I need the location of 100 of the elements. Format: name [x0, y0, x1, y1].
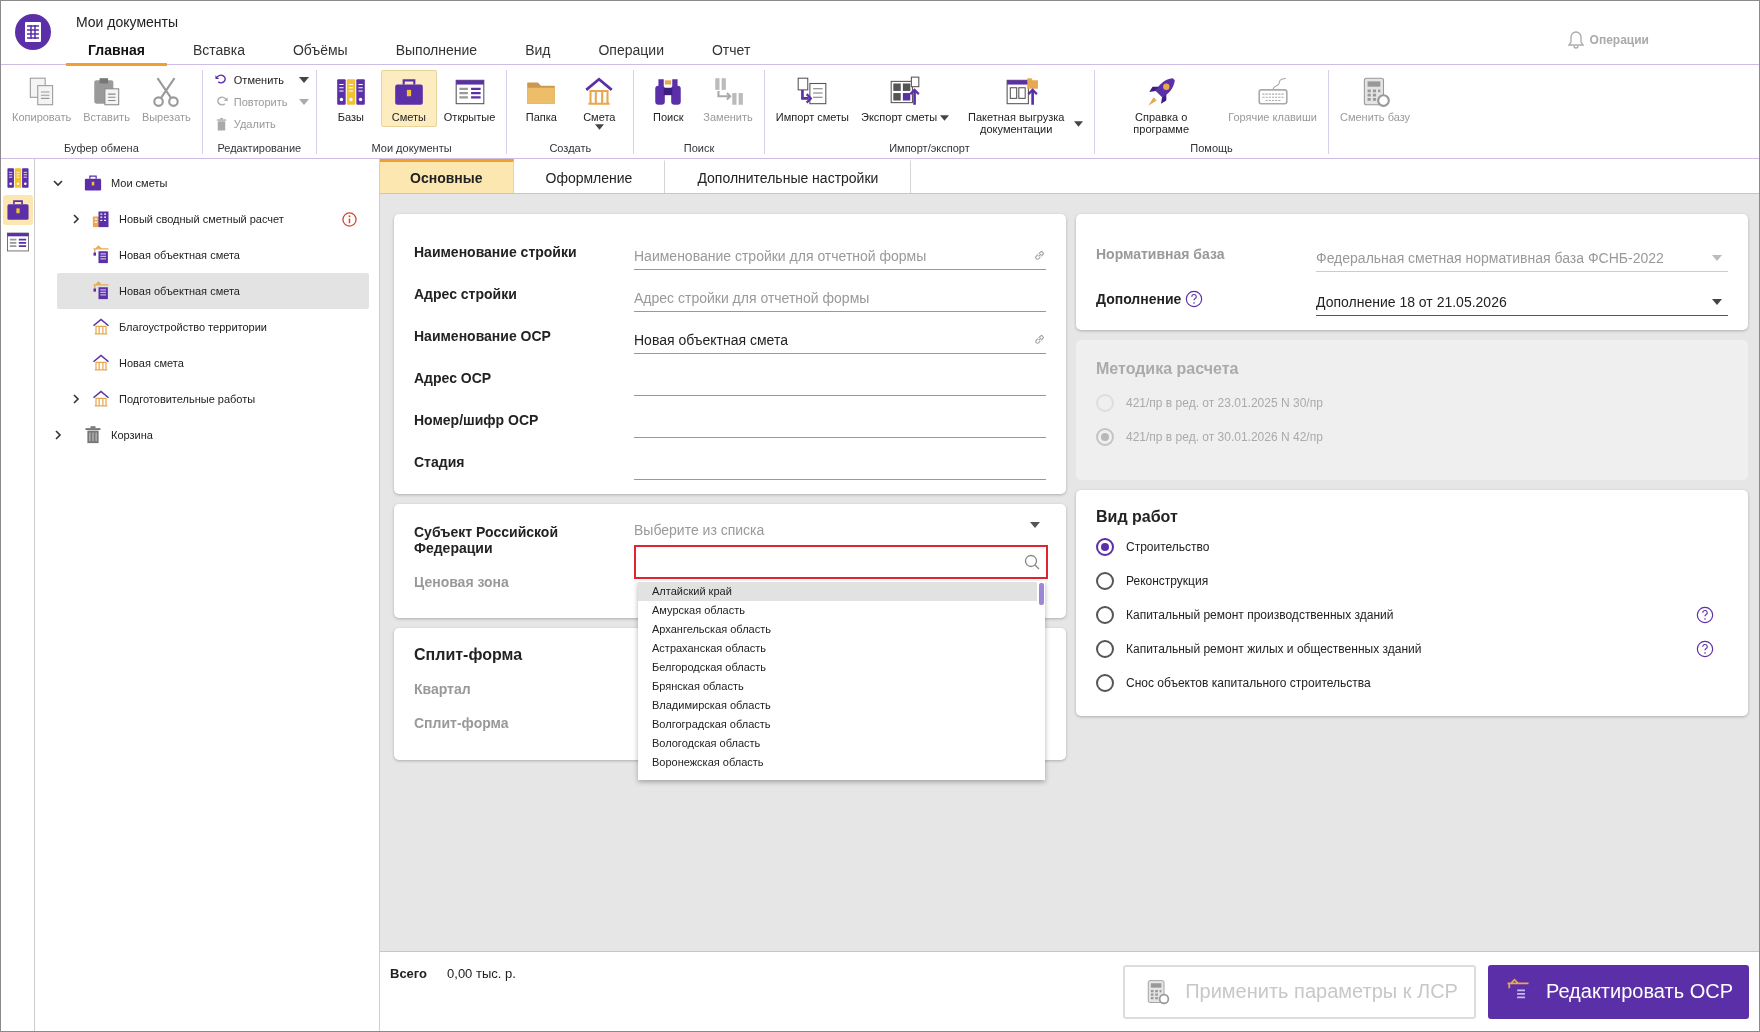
form-tab[interactable]: Основные [380, 159, 514, 193]
expand-icon[interactable] [71, 214, 81, 224]
ribbon-button[interactable]: Поиск [640, 70, 697, 127]
card-title: Методика расчета [1096, 360, 1239, 378]
ribbon-button[interactable]: Отменить [212, 70, 310, 90]
ribbon-button[interactable]: Смета [571, 70, 628, 131]
radio-button[interactable] [1096, 606, 1114, 624]
crane-icon [91, 281, 111, 301]
field-label: Стадия [414, 454, 466, 472]
field-label: Квартал [414, 681, 472, 697]
ribbon-group-label: Помощь [1190, 142, 1233, 154]
house-icon [91, 353, 111, 373]
radio-button[interactable] [1096, 674, 1114, 692]
field-label: Наименование стройки [414, 244, 578, 262]
ribbon-button[interactable]: Импорт сметы [770, 70, 855, 127]
ribbon-button[interactable]: Экспорт сметы [856, 70, 955, 127]
caret-icon [1030, 522, 1040, 528]
total-label: Всего [390, 966, 428, 981]
menu-tab[interactable]: Вставка [170, 38, 267, 66]
form-tab[interactable]: Оформление [513, 159, 666, 193]
field-label: Адрес ОСР [414, 370, 493, 388]
ribbon-group-label: Поиск [683, 142, 715, 154]
radio-button[interactable] [1096, 572, 1114, 590]
ribbon-group-label: Мои документы [371, 142, 452, 154]
field-label: Наименование ОСР [414, 328, 552, 346]
collapse-icon[interactable] [53, 178, 63, 188]
ribbon-button[interactable]: Папка [513, 70, 570, 127]
caret-icon [1712, 254, 1722, 261]
menu-tab[interactable]: Выполнение [373, 38, 500, 66]
dropdown-option[interactable]: Воронежская область [638, 753, 1037, 772]
radio-label: Реконструкция [1126, 574, 1209, 588]
radio-button[interactable] [1096, 640, 1114, 658]
input-field[interactable]: Новая объектная смета [634, 326, 1046, 354]
tree-item[interactable]: Мои сметы [35, 165, 369, 201]
caret-icon [298, 99, 309, 105]
bell-icon [1567, 31, 1584, 49]
window-title: Мои документы [76, 14, 179, 30]
field-label: Ценовая зона [414, 574, 510, 592]
select-field[interactable]: Дополнение 18 от 21.05.2026 [1316, 288, 1728, 316]
dropdown-option[interactable]: Архангельская область [638, 620, 1037, 639]
radio-label: 421/пр в ред. от 23.01.2025 N 30/пр [1126, 396, 1323, 410]
ribbon-button[interactable]: Пакетная выгрузка документации [956, 70, 1089, 139]
ribbon-button[interactable]: Сметы [380, 70, 437, 127]
briefcase-icon [4, 197, 31, 223]
ribbon-group-label: Редактирование [217, 142, 302, 154]
menu-tab[interactable]: Объёмы [271, 38, 370, 66]
radio-label: Капитальный ремонт жилых и общественных зданий [1126, 642, 1422, 656]
help-icon[interactable] [1696, 606, 1714, 624]
total-value: 0,00 тыс. р. [447, 966, 516, 981]
ribbon-group-label: Создать [549, 142, 592, 154]
dropdown-option[interactable]: Брянская область [638, 677, 1037, 696]
house-icon [91, 389, 111, 409]
menu-tab[interactable]: Вид [503, 38, 573, 66]
scrollbar-thumb[interactable] [1039, 583, 1044, 605]
crane-icon [91, 245, 111, 265]
caret-icon [940, 114, 950, 121]
ribbon-button[interactable]: Открытые [438, 70, 501, 127]
help-icon[interactable] [1696, 640, 1714, 658]
dropdown-option[interactable]: Алтайский край [638, 582, 1037, 601]
tree-item[interactable]: Новая смета [57, 345, 369, 381]
ribbon-button[interactable]: Справка о программе [1101, 70, 1222, 139]
tree-item[interactable]: Новый сводный сметный расчет [57, 201, 369, 237]
expand-icon[interactable] [71, 394, 81, 404]
field-label: Нормативная база [1096, 246, 1226, 264]
tree-item[interactable]: Корзина [35, 417, 369, 453]
tree-item[interactable]: Благоустройство территории [57, 309, 369, 345]
dropdown-option[interactable]: Вологодская область [638, 734, 1037, 753]
dropdown-option[interactable]: Волгоградская область [638, 715, 1037, 734]
menu-tab[interactable]: Операции [576, 38, 686, 66]
dropdown-option[interactable]: Астраханская область [638, 639, 1037, 658]
expand-icon[interactable] [53, 430, 63, 440]
building-icon [91, 209, 111, 229]
radio-button[interactable] [1096, 538, 1114, 556]
field-label: Номер/шифр ОСР [414, 412, 540, 430]
briefcase-icon [83, 173, 103, 193]
radio-label: 421/пр в ред. от 30.01.2026 N 42/пр [1126, 430, 1323, 444]
field-label: Сплит-форма [414, 715, 510, 731]
house-icon [91, 317, 111, 337]
help-icon[interactable] [1185, 290, 1204, 308]
radio-label: Капитальный ремонт производственных зданий [1126, 608, 1394, 622]
window-list-icon [4, 229, 31, 255]
menu-tab[interactable]: Главная [66, 38, 167, 66]
ribbon-button[interactable]: Базы [322, 70, 379, 127]
card-title: Вид работ [1096, 508, 1178, 526]
info-icon [342, 211, 357, 227]
form-tab[interactable]: Дополнительные настройки [665, 159, 912, 193]
caret-icon [298, 77, 309, 83]
sidebar-button[interactable] [2, 195, 33, 225]
dropdown-option[interactable]: Амурская область [638, 601, 1037, 620]
field-label: Дополнение [1096, 291, 1182, 307]
search-field[interactable] [634, 545, 1048, 579]
menu-tab[interactable]: Отчет [689, 38, 773, 66]
tree-item[interactable]: Новая объектная смета [57, 237, 369, 273]
tree-item[interactable]: Новая объектная смета [57, 273, 369, 309]
dropdown-option[interactable]: Белгородская область [638, 658, 1037, 677]
edit-button[interactable]: Редактировать ОСР [1487, 964, 1749, 1019]
tree-item[interactable]: Подготовительные работы [57, 381, 369, 417]
dropdown-option[interactable]: Владимирская область [638, 696, 1037, 715]
app-logo-icon [15, 14, 51, 50]
radio-label: Строительство [1126, 540, 1210, 554]
